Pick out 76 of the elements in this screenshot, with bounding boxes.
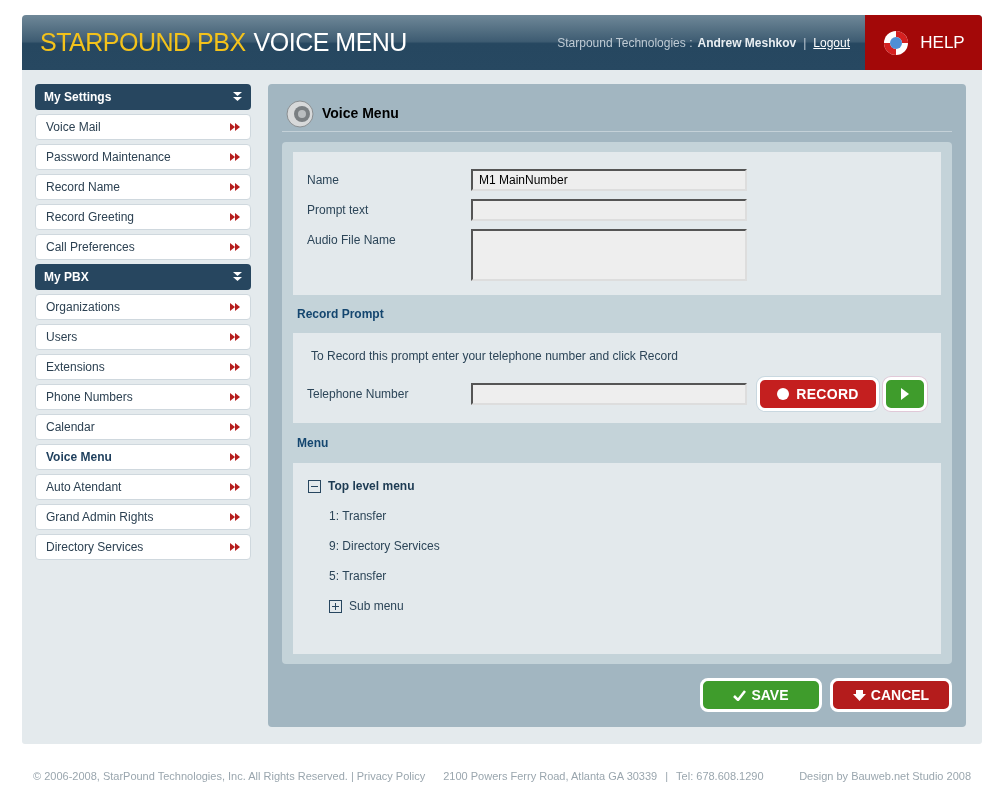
collapse-icon[interactable] — [308, 479, 321, 493]
double-arrow-icon — [230, 423, 240, 431]
phone-input[interactable] — [471, 383, 747, 405]
field-label: Telephone Number — [307, 386, 410, 403]
sidebar-item[interactable]: Voice Mail — [35, 114, 251, 140]
double-arrow-icon — [230, 303, 240, 311]
sidebar-item[interactable]: Password Maintenance — [35, 144, 251, 170]
separator: | — [802, 34, 808, 52]
section-heading: Menu — [296, 435, 330, 452]
double-arrow-icon — [230, 243, 240, 251]
field-label: Prompt text — [307, 202, 370, 219]
double-arrow-icon — [230, 393, 240, 401]
double-arrow-icon — [230, 513, 240, 521]
sidebar-item[interactable]: Calendar — [35, 414, 251, 440]
page-title: VOICE MENU — [253, 26, 407, 58]
double-arrow-icon — [230, 213, 240, 221]
cancel-button[interactable]: CANCEL — [830, 678, 952, 712]
checkmark-icon — [733, 689, 747, 701]
brand-title: STARPOUND PBX — [40, 26, 246, 58]
logout-link[interactable]: Logout — [813, 33, 850, 52]
tree-item[interactable]: 1: Transfer — [329, 507, 387, 525]
expand-icon[interactable] — [329, 599, 342, 613]
record-dot-icon — [777, 388, 790, 400]
double-arrow-icon — [230, 453, 240, 461]
record-hint: To Record this prompt enter your telephone number and click Record — [310, 348, 679, 365]
copyright-text: © 2006-2008, StarPound Technologies, Inc. All Rights Reserved. — [33, 769, 348, 784]
double-arrow-icon — [230, 543, 240, 551]
field-label: Audio File Name — [307, 232, 397, 249]
lifebuoy-icon — [882, 28, 911, 57]
tree-item[interactable]: 5: Transfer — [329, 567, 387, 585]
separator: | — [664, 769, 670, 784]
sidebar-item[interactable]: Voice Menu — [35, 444, 251, 470]
text-area[interactable] — [471, 229, 747, 281]
double-arrow-icon — [230, 333, 240, 341]
sidebar-item[interactable]: Organizations — [35, 294, 251, 320]
sidebar-item[interactable]: Extensions — [35, 354, 251, 380]
address-text: 2100 Powers Ferry Road, Atlanta GA 30339 — [443, 769, 658, 784]
sidebar-item[interactable]: Grand Admin Rights — [35, 504, 251, 530]
double-chevron-icon — [233, 272, 242, 282]
double-arrow-icon — [230, 363, 240, 371]
sidebar-item[interactable]: Users — [35, 324, 251, 350]
sidebar-item[interactable]: Phone Numbers — [35, 384, 251, 410]
save-button[interactable]: SAVE — [700, 678, 822, 712]
tree-item[interactable]: 9: Directory Services — [329, 537, 440, 555]
sidebar-item[interactable]: Directory Services — [35, 534, 251, 560]
double-arrow-icon — [230, 183, 240, 191]
down-arrow-icon — [852, 689, 866, 701]
panel-title: Voice Menu — [322, 104, 399, 123]
company-label: Starpound Technologies : — [557, 34, 693, 52]
user-name: Andrew Meshkov — [697, 34, 797, 52]
play-button[interactable] — [883, 377, 927, 411]
double-arrow-icon — [230, 483, 240, 491]
double-chevron-icon — [233, 92, 242, 102]
section-heading: Record Prompt — [296, 306, 385, 323]
section-header[interactable]: My PBX — [35, 264, 251, 290]
section-header[interactable]: My Settings — [35, 84, 251, 110]
credit-text: Design by Bauweb.net Studio 2008 — [799, 769, 971, 784]
separator: | — [349, 769, 355, 784]
double-arrow-icon — [230, 123, 240, 131]
field-label: Name — [307, 172, 340, 189]
tree-item[interactable]: Sub menu — [349, 597, 404, 615]
section-title: My Settings — [44, 89, 112, 106]
sidebar-item[interactable]: Auto Atendant — [35, 474, 251, 500]
phone-text: Tel: 678.608.1290 — [676, 769, 764, 784]
input-field[interactable] — [471, 199, 747, 221]
sidebar-item[interactable]: Record Greeting — [35, 204, 251, 230]
section-title: My PBX — [44, 269, 89, 286]
help-button[interactable]: HELP — [865, 15, 982, 70]
sidebar-item[interactable]: Record Name — [35, 174, 251, 200]
play-icon — [901, 388, 909, 400]
speaker-icon — [286, 99, 314, 128]
record-button[interactable]: RECORD — [757, 377, 879, 411]
tree-item[interactable]: Top level menu — [328, 477, 415, 495]
input-field[interactable]: M1 MainNumber — [471, 169, 747, 191]
sidebar-item[interactable]: Call Preferences — [35, 234, 251, 260]
double-arrow-icon — [230, 153, 240, 161]
